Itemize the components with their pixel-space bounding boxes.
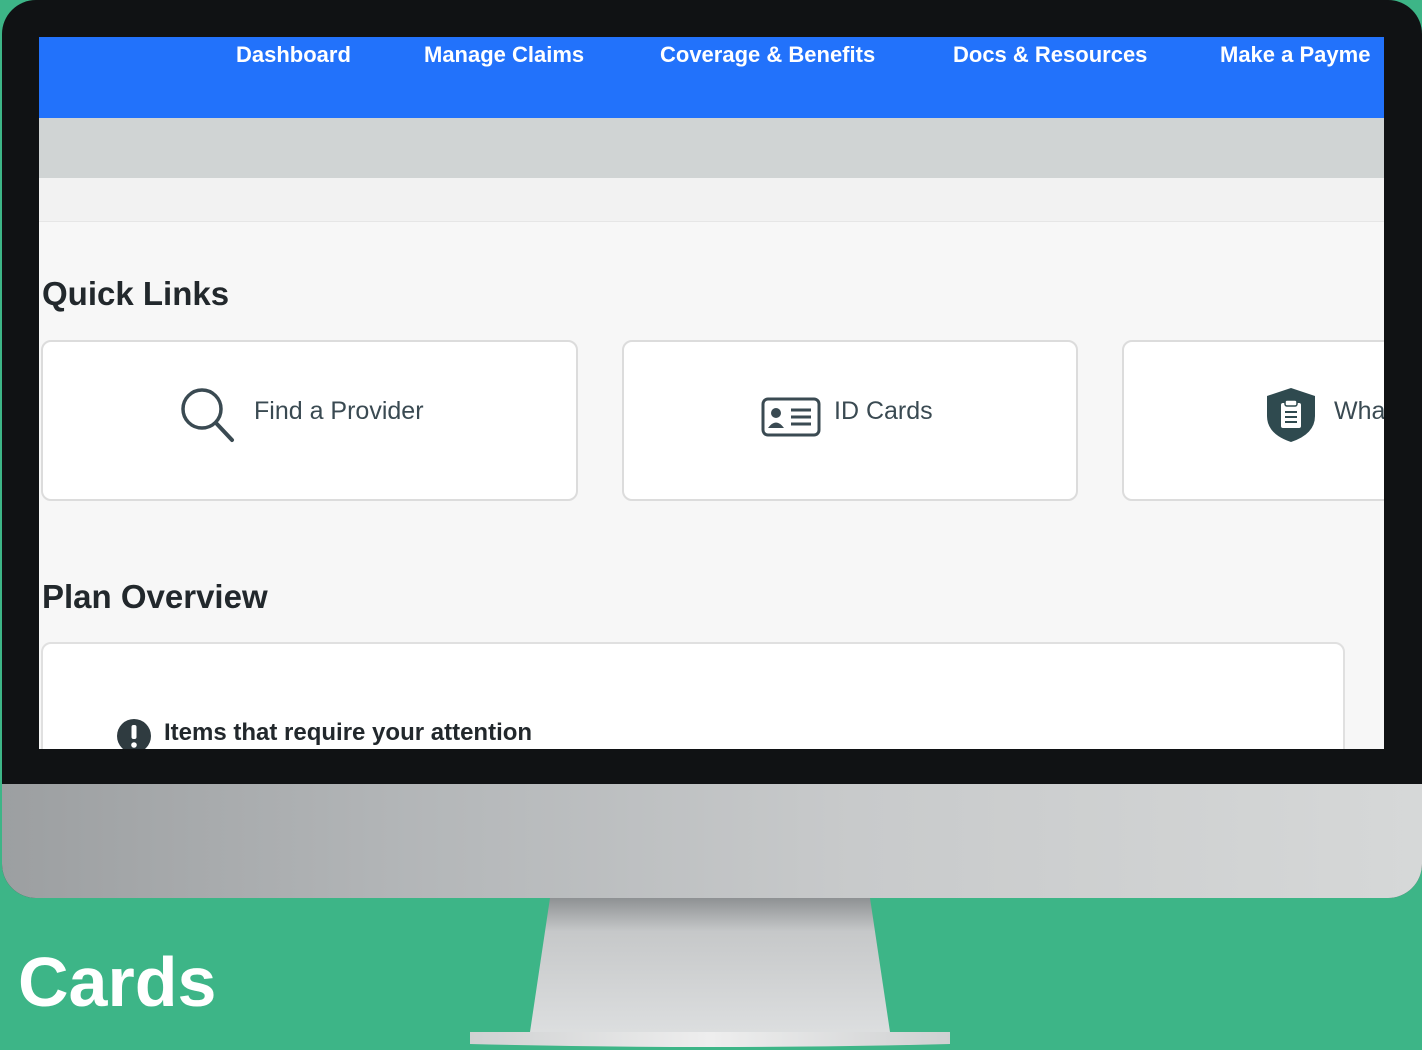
nav-docs-resources[interactable]: Docs & Resources [953,42,1147,68]
quick-link-third[interactable]: Wha [1122,340,1384,501]
quick-link-label: ID Cards [834,397,933,425]
id-card-icon [761,397,821,437]
secondary-bar [39,118,1384,178]
nav-coverage-benefits[interactable]: Coverage & Benefits [660,42,875,68]
caption-title: D Cards [0,943,217,1021]
plan-overview-heading: Plan Overview [42,578,268,615]
screen: Dashboard Manage Claims Coverage & Benef… [39,37,1384,749]
quick-link-label: Find a Provider [254,397,424,425]
clipboard-shield-icon [1267,388,1315,442]
nav-dashboard[interactable]: Dashboard [236,42,351,68]
nav-make-payment[interactable]: Make a Payme [1220,42,1370,68]
quick-links-heading: Quick Links [42,275,230,312]
search-icon [181,388,234,442]
sub-header-bar [39,178,1384,222]
top-navigation: Dashboard Manage Claims Coverage & Benef… [39,37,1384,118]
quick-link-id-cards[interactable]: ID Cards [622,340,1078,501]
nav-manage-claims[interactable]: Manage Claims [424,42,584,68]
exclamation-icon [117,719,151,749]
monitor-chin [2,784,1422,898]
attention-message: Items that require your attention [164,719,533,746]
quick-link-find-provider[interactable]: Find a Provider [41,340,578,501]
quick-link-label: Wha [1334,397,1384,425]
monitor-frame: Dashboard Manage Claims Coverage & Benef… [2,0,1422,898]
